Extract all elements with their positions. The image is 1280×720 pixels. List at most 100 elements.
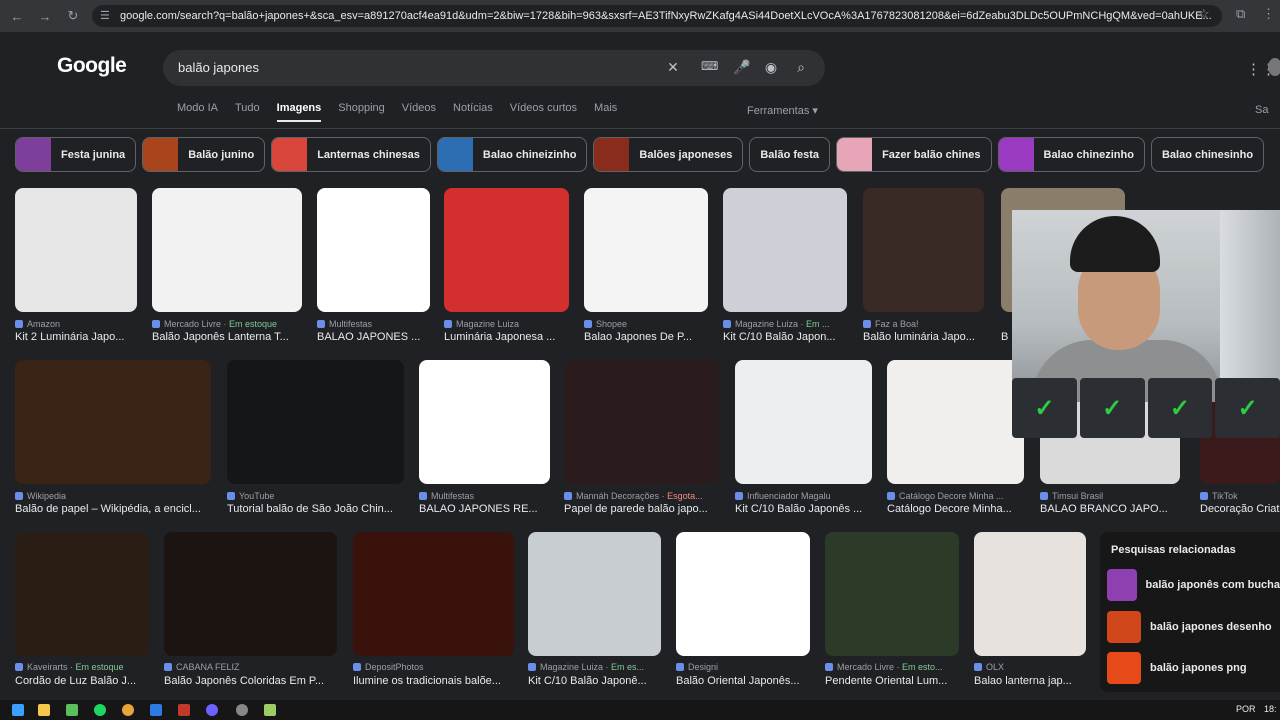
image-title[interactable]: Pendente Oriental Lum... xyxy=(825,675,947,687)
image-title[interactable]: BALAO JAPONES ... xyxy=(317,331,420,343)
image-thumbnail[interactable] xyxy=(164,532,337,656)
tools-button[interactable]: Ferramentas ▾ xyxy=(747,104,818,117)
filter-chip[interactable]: Balão junino xyxy=(142,137,266,172)
clock[interactable]: 18: xyxy=(1264,704,1277,714)
image-thumbnail[interactable] xyxy=(825,532,959,656)
image-title[interactable]: Kit 2 Luminária Japo... xyxy=(15,331,124,343)
image-thumbnail[interactable] xyxy=(15,532,149,656)
image-thumbnail[interactable] xyxy=(676,532,810,656)
tab-1[interactable]: Tudo xyxy=(235,102,260,122)
image-source[interactable]: TikTok xyxy=(1200,491,1238,501)
bookmark-star-icon[interactable]: ☆ xyxy=(1198,6,1210,22)
image-thumbnail[interactable] xyxy=(528,532,661,656)
account-avatar[interactable] xyxy=(1268,58,1280,76)
image-title[interactable]: Ilumine os tradicionais balõe... xyxy=(353,675,501,687)
image-source[interactable]: Designi xyxy=(676,662,718,672)
image-source[interactable]: Wikipedia xyxy=(15,491,66,501)
filter-chip[interactable]: Balao chineizinho xyxy=(436,137,588,172)
image-thumbnail[interactable] xyxy=(723,188,847,312)
filter-chip[interactable]: Balao chinesinho xyxy=(1150,137,1265,172)
filter-chip[interactable]: Festa junina xyxy=(15,137,137,172)
related-item[interactable]: balão japones desenho xyxy=(1107,610,1280,644)
filter-chip[interactable]: Fazer balão chines xyxy=(836,137,992,172)
image-thumbnail[interactable] xyxy=(227,360,404,484)
filter-chip[interactable]: Balões japoneses xyxy=(593,137,744,172)
tab-4[interactable]: Vídeos xyxy=(402,102,436,122)
image-source[interactable]: Amazon xyxy=(15,319,60,329)
image-source[interactable]: Magazine Luiza xyxy=(444,319,519,329)
image-title[interactable]: Balão Japonês Lanterna T... xyxy=(152,331,289,343)
image-source[interactable]: Mercado Livre · Em estoque xyxy=(152,319,277,329)
image-source[interactable]: Multifestas xyxy=(317,319,372,329)
image-thumbnail[interactable] xyxy=(735,360,872,484)
image-title[interactable]: Balão luminária Japo... xyxy=(863,331,975,343)
image-thumbnail[interactable] xyxy=(887,360,1024,484)
image-thumbnail[interactable] xyxy=(974,532,1086,656)
start-icon[interactable] xyxy=(12,704,24,716)
filter-chip[interactable]: Balao chinezinho xyxy=(997,137,1145,172)
image-title[interactable]: BALAO BRANCO JAPO... xyxy=(1040,503,1168,515)
search-box[interactable]: balão japones ✕ ⌨ 🎤 ◉ ⌕ xyxy=(163,50,825,86)
tab-7[interactable]: Mais xyxy=(594,102,617,122)
image-source[interactable]: Catálogo Decore Minha ... xyxy=(887,491,1004,501)
image-thumbnail[interactable] xyxy=(419,360,550,484)
spotify-icon[interactable] xyxy=(94,704,106,716)
image-thumbnail[interactable] xyxy=(15,360,211,484)
image-title[interactable]: Balao lanterna jap... xyxy=(974,675,1072,687)
clear-icon[interactable]: ✕ xyxy=(665,59,681,77)
image-title[interactable]: Balão Japonês Coloridas Em P... xyxy=(164,675,324,687)
image-title[interactable]: B xyxy=(1001,331,1008,343)
image-title[interactable]: Balao Japones De P... xyxy=(584,331,692,343)
related-item[interactable]: balão japonês com bucha xyxy=(1107,568,1280,602)
search-icon[interactable]: ⌕ xyxy=(793,59,809,77)
google-logo[interactable]: Google xyxy=(57,54,127,78)
app-icon[interactable] xyxy=(264,704,276,716)
image-thumbnail[interactable] xyxy=(444,188,569,312)
keyboard-icon[interactable]: ⌨ xyxy=(701,59,718,77)
image-title[interactable]: Balão de papel – Wikipédia, a encicl... xyxy=(15,503,201,515)
address-bar[interactable]: ☰ google.com/search?q=balão+japones+&sca… xyxy=(92,5,1222,27)
image-title[interactable]: Kit C/10 Balão Japon... xyxy=(723,331,836,343)
image-source[interactable]: OLX xyxy=(974,662,1004,672)
chrome-icon[interactable] xyxy=(122,704,134,716)
tab-3[interactable]: Shopping xyxy=(338,102,385,122)
forward-icon[interactable]: → xyxy=(34,5,56,27)
image-source[interactable]: Mannáh Decorações · Esgota... xyxy=(564,491,703,501)
image-title[interactable]: Luminária Japonesa ... xyxy=(444,331,555,343)
image-title[interactable]: Kit C/10 Balão Japonê... xyxy=(528,675,647,687)
obs-icon[interactable] xyxy=(236,704,248,716)
image-source[interactable]: CABANA FELIZ xyxy=(164,662,240,672)
image-thumbnail[interactable] xyxy=(584,188,708,312)
image-title[interactable]: Kit C/10 Balão Japonês ... xyxy=(735,503,862,515)
filter-chip[interactable]: Balão festa xyxy=(749,137,831,172)
image-source[interactable]: Kaveirarts · Em estoque xyxy=(15,662,124,672)
image-title[interactable]: Catálogo Decore Minha... xyxy=(887,503,1012,515)
image-source[interactable]: Magazine Luiza · Em es... xyxy=(528,662,644,672)
image-thumbnail[interactable] xyxy=(353,532,514,656)
image-title[interactable]: Balão Oriental Japonês... xyxy=(676,675,800,687)
extensions-icon[interactable]: ⧉ xyxy=(1236,6,1245,22)
browser-menu-icon[interactable]: ⋮ xyxy=(1262,6,1275,22)
back-icon[interactable]: ← xyxy=(6,5,28,27)
reload-icon[interactable]: ↻ xyxy=(62,5,84,27)
image-thumbnail[interactable] xyxy=(564,360,719,484)
language-indicator[interactable]: POR xyxy=(1236,704,1256,714)
image-title[interactable]: Cordão de Luz Balão J... xyxy=(15,675,136,687)
image-source[interactable]: Influenciador Magalu xyxy=(735,491,831,501)
image-thumbnail[interactable] xyxy=(863,188,984,312)
tab-0[interactable]: Modo IA xyxy=(177,102,218,122)
image-thumbnail[interactable] xyxy=(152,188,302,312)
image-thumbnail[interactable] xyxy=(15,188,137,312)
tab-5[interactable]: Notícias xyxy=(453,102,493,122)
related-item[interactable]: balão japones png xyxy=(1107,651,1280,685)
filter-chip[interactable]: Lanternas chinesas xyxy=(271,137,431,172)
image-source[interactable]: Shopee xyxy=(584,319,627,329)
safesearch-button[interactable]: Sa xyxy=(1255,104,1268,116)
image-title[interactable]: Decoração Criativ xyxy=(1200,503,1280,515)
image-source[interactable]: DepositPhotos xyxy=(353,662,424,672)
microphone-icon[interactable]: 🎤 xyxy=(733,59,750,77)
image-source[interactable]: Magazine Luiza · Em ... xyxy=(723,319,830,329)
image-title[interactable]: BALAO JAPONES RE... xyxy=(419,503,538,515)
file-explorer-icon[interactable] xyxy=(38,704,50,716)
image-source[interactable]: Mercado Livre · Em esto... xyxy=(825,662,943,672)
